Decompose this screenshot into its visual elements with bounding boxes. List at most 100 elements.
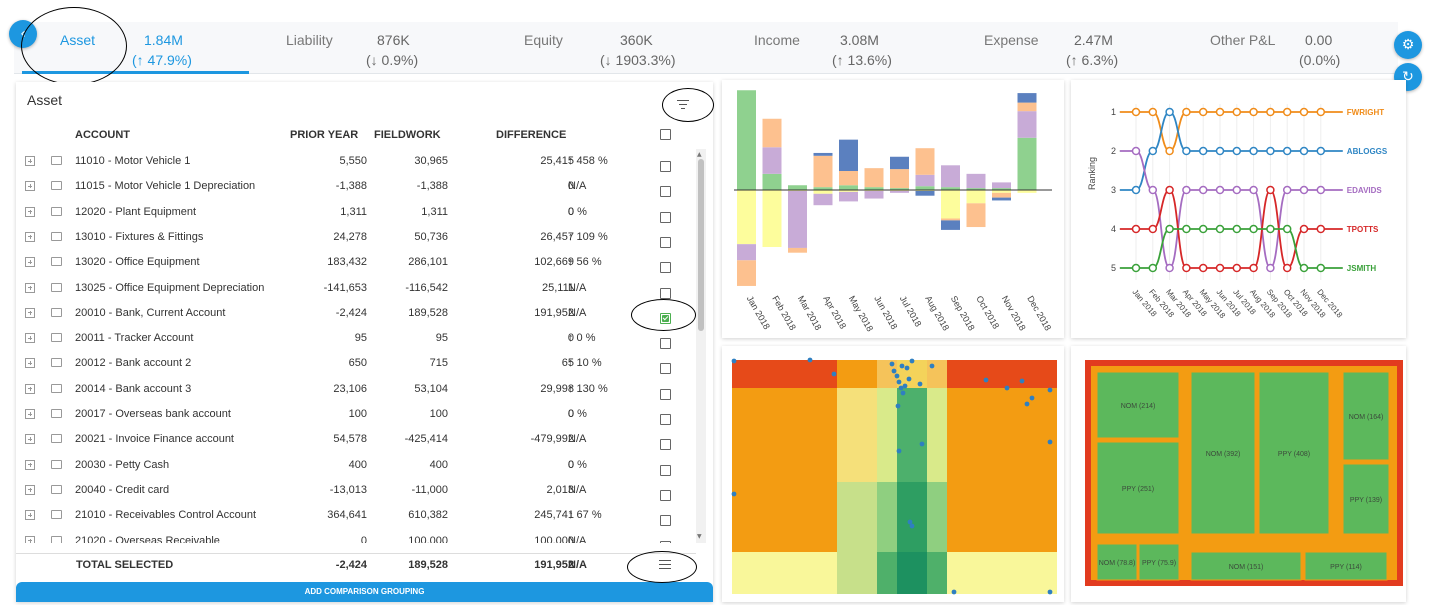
comment-icon[interactable] [51,535,62,543]
table-row[interactable]: 21020 - Overseas Receivable 0 100,000 100,0… [16,529,696,543]
expand-icon[interactable] [25,510,35,521]
comment-icon[interactable] [51,206,62,216]
select-all-checkbox[interactable] [660,129,671,140]
column-header-difference[interactable]: DIFFERENCE [496,129,566,141]
tab-asset[interactable]: Asset 1.84M (↑ 47.9%) [22,22,249,74]
table-row[interactable]: 20030 - Petty Cash 400 400 0 0 % [16,453,696,478]
comment-icon[interactable] [51,358,62,368]
column-header-fieldwork[interactable]: FIELDWORK [374,129,441,141]
series-label: EDAVIDS [1347,186,1383,195]
data-point [1215,107,1225,117]
comment-icon[interactable] [51,181,62,191]
comment-icon[interactable] [51,307,62,317]
data-point [1316,146,1326,156]
expand-icon[interactable] [25,409,35,419]
expand-icon[interactable] [25,434,35,445]
column-header-account[interactable]: ACCOUNT [75,129,130,141]
tab-equity[interactable]: Equity 360K (↓ 1903.3%) [514,22,714,74]
bar-segment [890,156,909,170]
table-row[interactable]: 13020 - Office Equipment 183,432 286,101 10… [16,250,696,275]
fieldwork-value: 189,528 [408,306,448,319]
treemap-label: PPY (75.9) [1142,560,1176,567]
table-row[interactable]: 21010 - Receivables Control Account 364,6… [16,503,696,528]
bar-segment [966,173,986,189]
expand-icon[interactable] [25,484,35,495]
expand-icon[interactable] [25,358,35,369]
table-row[interactable]: 11010 - Motor Vehicle 1 5,550 30,965 25,415… [16,149,696,174]
expand-icon[interactable] [25,282,35,293]
bar-segment [966,190,986,204]
gear-icon[interactable]: ⚙ [1394,31,1422,59]
heatmap-cell [927,388,947,482]
tab-label: Expense [984,32,1039,48]
expand-icon[interactable] [25,459,35,470]
table-row[interactable]: 13010 - Fixtures & Fittings 24,278 50,736 2… [16,225,696,250]
add-comparison-grouping-button[interactable]: ADD COMPARISON GROUPING [16,582,713,602]
data-point [1232,107,1242,117]
tab-income[interactable]: Income 3.08M (↑ 13.6%) [744,22,944,74]
table-row[interactable]: 20010 - Bank, Current Account -2,424 189,5… [16,301,696,326]
series-label: JSMITH [1347,264,1377,273]
comment-icon[interactable] [51,434,62,444]
x-tick-label: Nov 2018 [1000,294,1028,332]
comment-icon[interactable] [51,459,62,469]
total-label: TOTAL SELECTED [76,559,174,571]
table-row[interactable]: 12020 - Plant Equipment 1,311 1,311 0 0 % [16,200,696,225]
comment-icon[interactable] [51,257,62,267]
column-header-prior-year[interactable]: PRIOR YEAR [290,129,358,141]
heatmap-cell [877,388,897,482]
table-scrollbar[interactable]: ▲ ▼ [696,149,706,543]
row-checkbox[interactable] [660,307,671,324]
table-row[interactable]: 20040 - Credit card -13,013 -11,000 2,013 N/… [16,478,696,503]
comment-icon[interactable] [51,409,62,418]
tab-liability[interactable]: Liability 876K (↓ 0.9%) [274,22,474,74]
tab-expense[interactable]: Expense 2.47M (↑ 6.3%) [974,22,1174,74]
expand-icon[interactable] [25,206,35,217]
fieldwork-value: 53,104 [414,382,448,395]
table-row[interactable]: 20017 - Overseas bank account 100 100 0 0 % [16,402,696,427]
expand-icon[interactable] [25,383,35,394]
list-icon[interactable] [659,560,671,569]
scroll-thumb[interactable] [698,159,704,331]
series-line [1120,228,1343,269]
expand-icon[interactable] [25,231,35,242]
summary-bar: Asset 1.84M (↑ 47.9%) Liability 876K (↓ … [14,22,1398,74]
bar-segment [915,148,935,175]
filter-icon[interactable] [676,100,690,110]
y-tick-label: 3 [1111,185,1116,195]
comment-icon[interactable] [51,484,62,494]
data-point [1148,146,1158,156]
comment-icon[interactable] [51,333,62,343]
expand-icon[interactable] [25,535,35,543]
data-point [1182,224,1191,234]
menu-icon[interactable]: ‹ [9,20,37,48]
comment-icon[interactable] [51,510,62,520]
heatmap-cell [947,482,1057,552]
expand-icon[interactable] [25,156,35,166]
expand-icon[interactable] [25,257,35,268]
data-point [1266,146,1275,156]
comment-icon[interactable] [51,231,62,241]
fieldwork-value: 1,311 [421,205,448,218]
x-tick-label: Feb 2018 [770,294,798,332]
data-point [1266,185,1275,195]
comment-icon[interactable] [51,383,62,393]
expand-icon[interactable] [25,181,35,192]
expand-icon[interactable] [25,333,35,344]
data-point [1198,185,1208,195]
expand-icon[interactable] [25,307,35,318]
table-row[interactable]: 20012 - Bank account 2 650 715 65 ↑ 10 % [16,351,696,376]
data-point [1131,107,1141,117]
table-row[interactable]: 20021 - Invoice Finance account 54,578 -42… [16,427,696,452]
comment-icon[interactable] [51,282,62,292]
heatmap-cell [927,552,947,594]
bar-segment [941,165,960,188]
table-row[interactable]: 20014 - Bank account 3 23,106 53,104 29,998… [16,377,696,402]
comment-icon[interactable] [51,156,62,165]
table-row[interactable]: 13025 - Office Equipment Depreciation -14… [16,276,696,301]
ranking-bump-chart: Ranking 1 2 3 4 5 Jan 2018 Feb 2018 Mar 2018 Apr … [1071,80,1406,338]
tab-other-pl[interactable]: Other P&L 0.00 (0.0%) [1200,22,1360,74]
table-row[interactable]: 11015 - Motor Vehicle 1 Depreciation -1,3… [16,174,696,199]
table-row[interactable]: 20011 - Tracker Account 95 95 0 ↑ 0 % [16,326,696,351]
bar-segment [992,192,1011,198]
